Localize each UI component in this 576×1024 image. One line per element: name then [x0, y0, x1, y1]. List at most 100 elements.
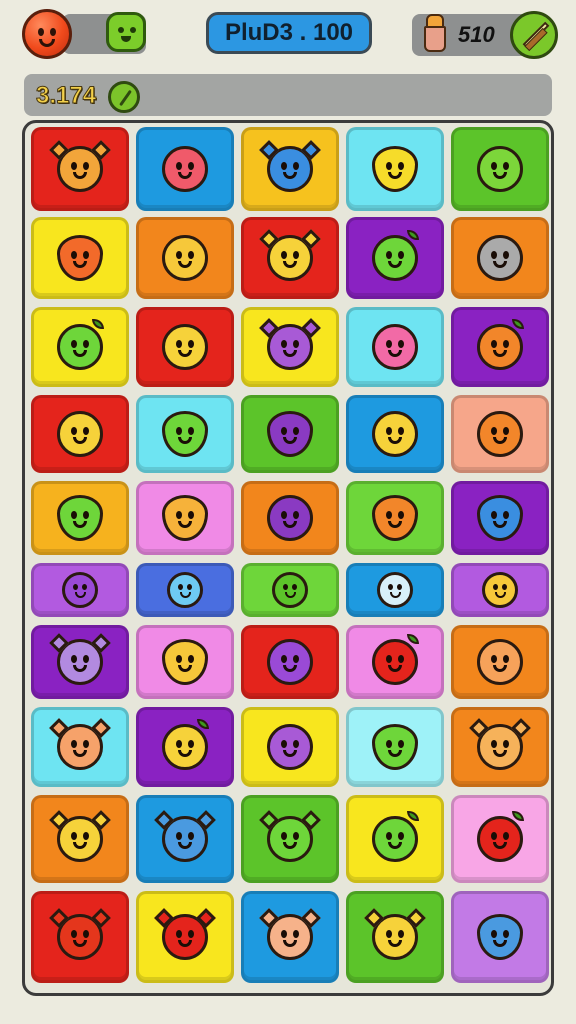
creature-icon [477, 146, 523, 192]
tile-r6-c3[interactable] [241, 563, 339, 617]
tile-r6-c5[interactable] [451, 563, 549, 617]
creature-icon [162, 914, 208, 960]
tile-r5-c4[interactable] [346, 481, 444, 555]
tile-r2-c1[interactable] [31, 217, 129, 299]
tile-r2-c2[interactable] [136, 217, 234, 299]
creature-icon [372, 230, 419, 281]
creature-icon [162, 639, 208, 685]
creature-icon [267, 639, 313, 685]
creature-icon [57, 495, 103, 541]
tile-r3-c3[interactable] [241, 307, 339, 387]
tile-r1-c4[interactable] [346, 127, 444, 211]
creature-icon [377, 572, 413, 608]
tile-r6-c2[interactable] [136, 563, 234, 617]
creature-icon [477, 495, 523, 541]
tile-r7-c1[interactable] [31, 625, 129, 699]
creature-icon [57, 816, 103, 862]
creature-icon [272, 572, 308, 608]
creature-icon [372, 411, 418, 457]
creature-icon [57, 411, 103, 457]
tile-r8-c3[interactable] [241, 707, 339, 787]
creature-icon [267, 411, 313, 457]
creature-icon [162, 235, 208, 281]
tile-r5-c2[interactable] [136, 481, 234, 555]
tile-r10-c3[interactable] [241, 891, 339, 983]
tile-r8-c5[interactable] [451, 707, 549, 787]
tile-r3-c2[interactable] [136, 307, 234, 387]
tile-r10-c5[interactable] [451, 891, 549, 983]
creature-icon [267, 324, 313, 370]
creature-icon [477, 235, 523, 281]
tile-r7-c3[interactable] [241, 625, 339, 699]
tile-r4-c2[interactable] [136, 395, 234, 473]
creature-icon [57, 639, 103, 685]
creature-icon [162, 411, 208, 457]
tile-r9-c3[interactable] [241, 795, 339, 883]
player-avatar-icon[interactable] [22, 9, 72, 59]
tile-r5-c3[interactable] [241, 481, 339, 555]
tile-r1-c5[interactable] [451, 127, 549, 211]
creature-icon [162, 146, 208, 192]
tile-r3-c1[interactable] [31, 307, 129, 387]
score-value: 3.174 [35, 82, 97, 110]
tile-r6-c4[interactable] [346, 563, 444, 617]
creature-icon [167, 572, 203, 608]
tile-r6-c1[interactable] [31, 563, 129, 617]
creature-icon [267, 495, 313, 541]
creature-icon [267, 235, 313, 281]
tile-r9-c2[interactable] [136, 795, 234, 883]
creature-icon [372, 495, 418, 541]
creature-icon [372, 724, 418, 770]
tile-r7-c4[interactable] [346, 625, 444, 699]
tile-r10-c1[interactable] [31, 891, 129, 983]
creature-icon [267, 724, 313, 770]
tile-r1-c1[interactable] [31, 127, 129, 211]
tile-r9-c4[interactable] [346, 795, 444, 883]
companion-icon[interactable] [106, 12, 146, 52]
tile-r2-c3[interactable] [241, 217, 339, 299]
creature-icon [477, 914, 523, 960]
tile-r8-c4[interactable] [346, 707, 444, 787]
creature-icon [372, 914, 418, 960]
game-board [22, 120, 554, 996]
tile-r9-c5[interactable] [451, 795, 549, 883]
tile-r8-c2[interactable] [136, 707, 234, 787]
creature-icon [267, 914, 313, 960]
creature-icon [162, 719, 209, 770]
tile-r2-c4[interactable] [346, 217, 444, 299]
creature-icon [477, 724, 523, 770]
creature-icon [477, 411, 523, 457]
tile-r4-c3[interactable] [241, 395, 339, 473]
tile-r2-c5[interactable] [451, 217, 549, 299]
tile-r1-c2[interactable] [136, 127, 234, 211]
tile-r8-c1[interactable] [31, 707, 129, 787]
tile-r3-c5[interactable] [451, 307, 549, 387]
creature-icon [482, 572, 518, 608]
creature-icon [57, 724, 103, 770]
creature-icon [372, 811, 419, 862]
creature-icon [477, 639, 523, 685]
tile-r9-c1[interactable] [31, 795, 129, 883]
tile-r3-c4[interactable] [346, 307, 444, 387]
sword-icon[interactable] [510, 11, 558, 59]
trophy-count: 510 [458, 22, 495, 47]
tile-r4-c5[interactable] [451, 395, 549, 473]
tile-r4-c4[interactable] [346, 395, 444, 473]
tile-r5-c5[interactable] [451, 481, 549, 555]
tile-r7-c2[interactable] [136, 625, 234, 699]
creature-icon [57, 235, 103, 281]
trophy-icon [424, 14, 446, 52]
tile-r1-c3[interactable] [241, 127, 339, 211]
tile-r4-c1[interactable] [31, 395, 129, 473]
creature-icon [372, 146, 418, 192]
creature-icon [62, 572, 98, 608]
creature-icon [372, 634, 419, 685]
tile-r10-c4[interactable] [346, 891, 444, 983]
creature-icon [267, 816, 313, 862]
tile-r7-c5[interactable] [451, 625, 549, 699]
tile-r5-c1[interactable] [31, 481, 129, 555]
leaf-icon[interactable] [108, 81, 140, 113]
creature-icon [57, 146, 103, 192]
tile-r10-c2[interactable] [136, 891, 234, 983]
creature-icon [57, 914, 103, 960]
